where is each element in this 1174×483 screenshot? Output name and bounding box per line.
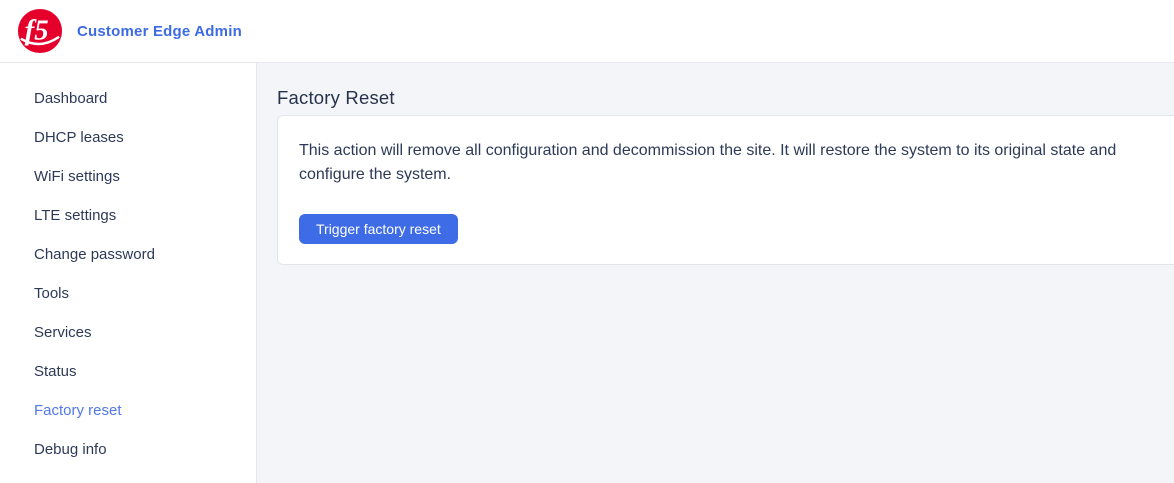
- factory-reset-description-line2: configure the system.: [299, 163, 1174, 187]
- sidebar-item-wifi-settings[interactable]: WiFi settings: [0, 157, 256, 196]
- svg-text:f5: f5: [25, 15, 49, 47]
- sidebar-nav: Dashboard DHCP leases WiFi settings LTE …: [0, 63, 257, 483]
- f5-logo-icon: f5: [17, 8, 63, 54]
- factory-reset-description-line1: This action will remove all configuratio…: [299, 139, 1174, 163]
- sidebar-item-dhcp-leases[interactable]: DHCP leases: [0, 118, 256, 157]
- trigger-factory-reset-button[interactable]: Trigger factory reset: [299, 214, 458, 244]
- app-title: Customer Edge Admin: [77, 23, 242, 40]
- sidebar-item-lte-settings[interactable]: LTE settings: [0, 196, 256, 235]
- sidebar-item-services[interactable]: Services: [0, 313, 256, 352]
- page-title: Factory Reset: [277, 85, 1174, 110]
- factory-reset-card: This action will remove all configuratio…: [277, 115, 1174, 265]
- sidebar-item-change-password[interactable]: Change password: [0, 235, 256, 274]
- sidebar-item-status[interactable]: Status: [0, 352, 256, 391]
- sidebar-item-dashboard[interactable]: Dashboard: [0, 79, 256, 118]
- sidebar-item-debug-info[interactable]: Debug info: [0, 430, 256, 469]
- main-content: Factory Reset This action will remove al…: [257, 63, 1174, 483]
- sidebar-item-factory-reset[interactable]: Factory reset: [0, 391, 256, 430]
- sidebar-item-tools[interactable]: Tools: [0, 274, 256, 313]
- top-header: f5 Customer Edge Admin: [0, 0, 1174, 63]
- page-layout: Dashboard DHCP leases WiFi settings LTE …: [0, 63, 1174, 483]
